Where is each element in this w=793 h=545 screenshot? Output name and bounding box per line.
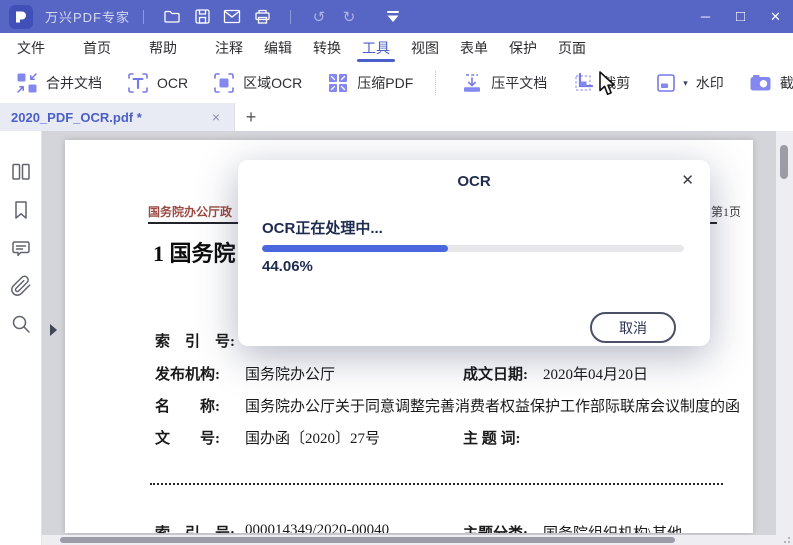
vertical-scrollbar-thumb[interactable]: [780, 145, 788, 179]
titlebar-divider: [290, 9, 292, 24]
comments-icon[interactable]: [10, 237, 32, 259]
doc-field-value: 国务院办公厅: [245, 367, 336, 383]
merge-documents-button[interactable]: 合并文档: [16, 72, 102, 94]
area-ocr-button[interactable]: 区域OCR: [213, 72, 302, 94]
menu-home[interactable]: 首页: [81, 33, 113, 62]
ocr-progress-fill: [262, 245, 448, 252]
ocr-status-text: OCR正在处理中...: [262, 220, 383, 237]
ocr-progress-bar: [262, 245, 684, 252]
dialog-title: OCR: [457, 173, 491, 190]
doc-page-number: 第1页: [711, 205, 742, 219]
doc-field-label: 名 称:: [155, 399, 220, 415]
ocr-progress-percent: 44.06%: [262, 258, 313, 275]
ocr-icon: [127, 72, 149, 94]
doc-field-label: 主 题 词:: [463, 431, 521, 447]
tab-close-icon[interactable]: ×: [209, 109, 223, 125]
tab-active-document[interactable]: 2020_PDF_OCR.pdf * ×: [0, 103, 235, 131]
navigation-sidebar: [0, 131, 42, 545]
scrollbar-corner: [776, 535, 793, 545]
menu-tools-active[interactable]: 工具: [357, 33, 395, 62]
crop-icon: [572, 72, 594, 94]
pdf-application-window: 万兴PDF专家 ↺ ↻ ─ □ ✕ 文件 首页 帮助 注释 编辑 转换 工具 视…: [0, 0, 793, 545]
dialog-close-icon[interactable]: ✕: [681, 171, 694, 189]
doc-field-label: 索 引 号:: [155, 334, 235, 350]
flatten-document-button[interactable]: 压平文档: [461, 72, 547, 94]
customize-toolbar-icon[interactable]: [378, 4, 408, 30]
maximize-button[interactable]: □: [723, 0, 758, 33]
app-logo-icon: [9, 4, 33, 29]
page-thumbnails-icon[interactable]: [10, 161, 32, 183]
menu-file[interactable]: 文件: [15, 33, 47, 62]
email-icon[interactable]: [217, 4, 247, 30]
menu-view[interactable]: 视图: [409, 33, 441, 62]
doc-field-value: 国务院组织机构\其他: [543, 522, 682, 533]
doc-field-value: 2020年04月20日: [543, 367, 649, 383]
app-title: 万兴PDF专家: [45, 10, 131, 25]
horizontal-scrollbar[interactable]: [42, 535, 776, 545]
doc-field-value: 000014349/2020-00040: [245, 522, 390, 533]
doc-field-row: 发布机构: 国务院办公厅 成文日期: 2020年04月20日: [65, 363, 753, 383]
mouse-cursor: [599, 71, 615, 96]
resize-grip: [788, 541, 790, 543]
document-tab-bar: 2020_PDF_OCR.pdf * × +: [0, 103, 793, 132]
doc-field-value: 国务院办公厅关于同意调整完善消费者权益保护工作部际联席会议制度的函: [245, 399, 741, 415]
redo-icon[interactable]: ↻: [334, 8, 364, 26]
menu-convert[interactable]: 转换: [311, 33, 343, 62]
minimize-button[interactable]: ─: [688, 0, 723, 33]
doc-field-row: 索 引 号: 000014349/2020-00040 主题分类: 国务院组织机…: [65, 522, 753, 533]
tools-toolbar: 合并文档 OCR 区域OCR 压缩PDF 压平文档 裁剪 ▾ 水印 截: [0, 62, 793, 104]
menu-bar: 文件 首页 帮助 注释 编辑 转换 工具 视图 表单 保护 页面: [0, 33, 793, 62]
ocr-button[interactable]: OCR: [127, 72, 188, 94]
doc-field-label: 主题分类:: [463, 522, 528, 533]
menu-protect[interactable]: 保护: [507, 33, 539, 62]
doc-heading: 1 国务院: [153, 241, 236, 266]
menu-edit[interactable]: 编辑: [262, 33, 294, 62]
attachments-icon[interactable]: [10, 275, 32, 297]
compress-pdf-button[interactable]: 压缩PDF: [327, 72, 413, 94]
doc-header-text: 国务院办公厅政: [148, 205, 233, 219]
doc-field-row: 文 号: 国办函〔2020〕27号 主 题 词:: [65, 427, 753, 447]
watermark-button[interactable]: ▾ 水印: [655, 72, 724, 94]
title-bar: 万兴PDF专家 ↺ ↻ ─ □ ✕: [0, 0, 793, 33]
open-folder-icon[interactable]: [157, 4, 187, 30]
chevron-down-icon[interactable]: ▾: [683, 78, 688, 94]
horizontal-scrollbar-thumb[interactable]: [60, 537, 675, 543]
doc-field-value: 国办函〔2020〕27号: [245, 431, 381, 447]
doc-field-label: 成文日期:: [463, 367, 528, 383]
doc-field-label: 发布机构:: [155, 367, 220, 383]
tab-title: 2020_PDF_OCR.pdf *: [11, 109, 142, 125]
screenshot-icon: [749, 72, 772, 94]
vertical-scrollbar[interactable]: [776, 131, 793, 535]
doc-field-row: 名 称: 国务院办公厅关于同意调整完善消费者权益保护工作部际联席会议制度的函: [65, 395, 753, 415]
flatten-icon: [461, 72, 483, 94]
sidebar-expand-handle[interactable]: [50, 324, 57, 336]
doc-field-label: 文 号:: [155, 431, 220, 447]
save-icon[interactable]: [187, 4, 217, 30]
compress-pdf-icon: [327, 72, 349, 94]
doc-dotted-divider: [150, 483, 723, 485]
titlebar-divider: [143, 9, 145, 24]
print-icon[interactable]: [247, 4, 277, 30]
window-controls: ─ □ ✕: [688, 0, 793, 33]
close-window-button[interactable]: ✕: [758, 0, 793, 33]
bookmarks-icon[interactable]: [10, 199, 32, 221]
menu-page[interactable]: 页面: [556, 33, 588, 62]
undo-icon[interactable]: ↺: [304, 8, 334, 26]
watermark-icon: [655, 72, 677, 94]
new-tab-button[interactable]: +: [235, 103, 267, 131]
menu-help[interactable]: 帮助: [147, 33, 179, 62]
screenshot-button[interactable]: 截屏: [749, 72, 793, 94]
menu-form[interactable]: 表单: [458, 33, 490, 62]
cancel-button[interactable]: 取消: [590, 312, 676, 343]
toolbar-group-divider: [435, 70, 437, 95]
doc-field-label: 索 引 号:: [155, 522, 235, 533]
area-ocr-icon: [213, 72, 235, 94]
search-icon[interactable]: [10, 313, 32, 335]
merge-icon: [16, 72, 38, 94]
menu-comment[interactable]: 注释: [213, 33, 245, 62]
ocr-progress-dialog: OCR ✕ OCR正在处理中... 44.06% 取消: [238, 160, 710, 346]
